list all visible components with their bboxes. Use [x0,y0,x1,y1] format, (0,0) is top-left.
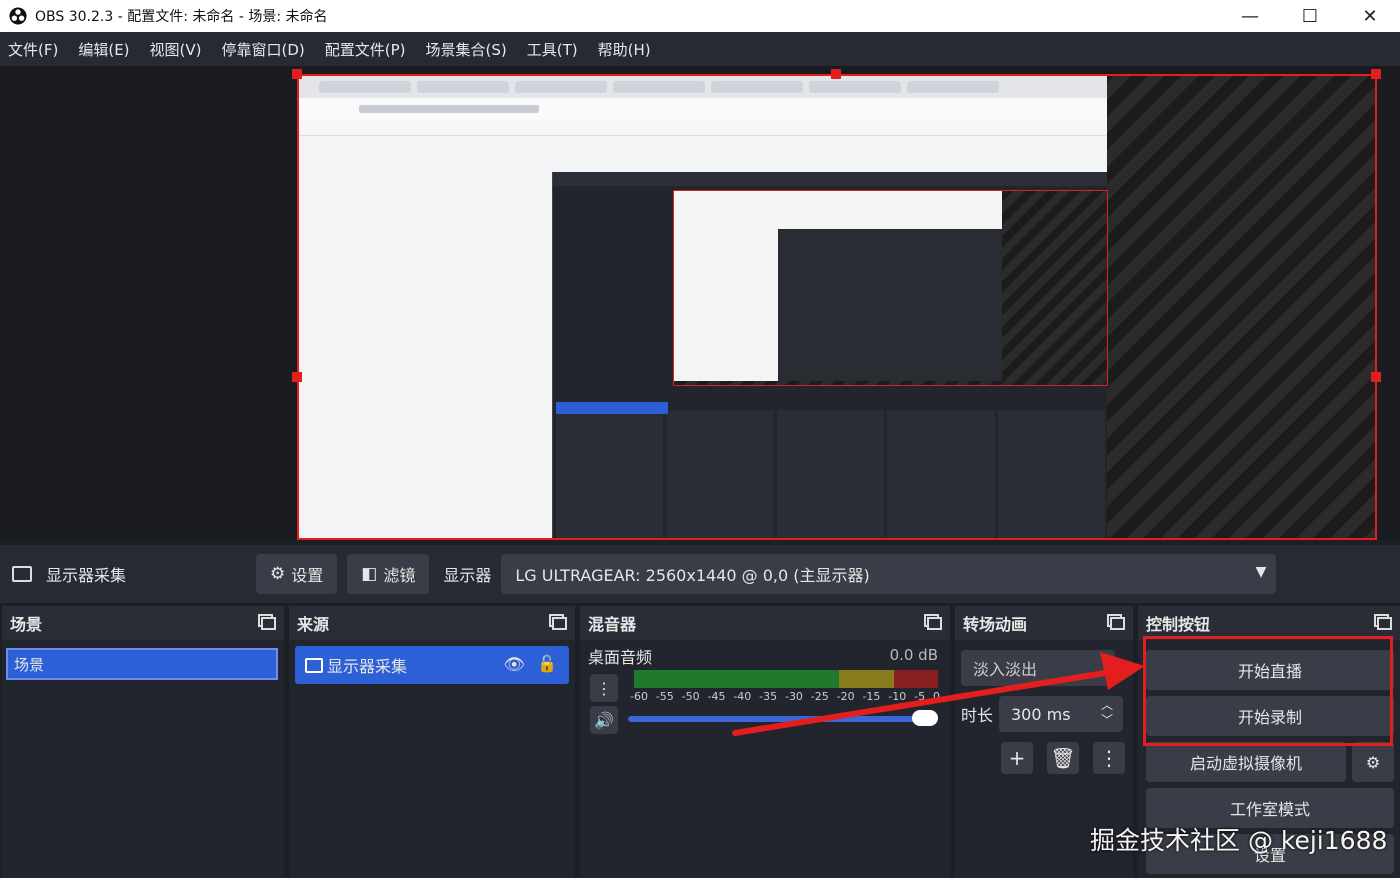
mixer-dock: 混音器 桌面音频 0.0 dB -60 -55 -50 -45 -40 -35 … [580,606,950,878]
remove-transition-button[interactable]: 🗑 [1047,742,1079,774]
kebab-icon: ⋮ [596,678,612,698]
undock-icon[interactable] [924,614,942,630]
window-title: OBS 30.2.3 - 配置文件: 未命名 - 场景: 未命名 [35,9,328,25]
add-transition-button[interactable]: + [1001,742,1033,774]
meter-ticks: -60 -55 -50 -45 -40 -35 -30 -25 -20 -15 … [630,690,940,703]
dock-title: 来源 [297,615,330,634]
chevron-down-icon: ▼ [1255,564,1267,580]
display-select[interactable]: LG ULTRAGEAR: 2560x1440 @ 0,0 (主显示器) ▼ [501,554,1277,594]
menu-tools[interactable]: 工具(T) [527,39,578,60]
preview-canvas[interactable] [297,74,1377,540]
resize-handle[interactable] [831,69,841,79]
undock-icon[interactable] [1107,614,1125,630]
filter-icon: ◧ [361,564,378,584]
menu-help[interactable]: 帮助(H) [598,39,651,60]
menu-profile[interactable]: 配置文件(P) [325,39,406,60]
start-virtual-camera-button[interactable]: 启动虚拟摄像机 [1146,742,1346,782]
source-item[interactable]: 显示器采集 👁 🔓 [295,646,569,684]
mute-button[interactable]: 🔊 [590,706,618,734]
close-button[interactable]: ✕ [1340,0,1400,32]
scene-item[interactable]: 场景 [6,648,278,680]
track-db: 0.0 dB [889,646,938,664]
spin-arrows-icon[interactable]: ︿ ﹀ [1101,698,1113,728]
menu-bar: 文件(F) 编辑(E) 视图(V) 停靠窗口(D) 配置文件(P) 场景集合(S… [0,32,1400,66]
dock-title: 场景 [10,615,43,634]
display-label: 显示器 [443,566,492,585]
gear-icon: ⚙ [270,564,286,584]
track-menu-button[interactable]: ⋮ [590,674,618,702]
display-capture-image [299,76,1108,538]
menu-docks[interactable]: 停靠窗口(D) [222,39,305,60]
transition-select[interactable]: 淡入淡出 [961,650,1115,686]
menu-file[interactable]: 文件(F) [8,39,58,60]
sources-dock: 来源 显示器采集 👁 🔓 [289,606,575,878]
resize-handle[interactable] [1371,69,1381,79]
source-settings-button[interactable]: ⚙ 设置 [256,554,338,594]
eye-icon[interactable]: 👁 [503,655,525,675]
track-name: 桌面音频 [588,648,653,667]
highlight-box [1143,636,1393,746]
duration-label: 时长 [961,706,994,725]
selected-source-name: 显示器采集 [46,566,127,585]
title-bar: OBS 30.2.3 - 配置文件: 未命名 - 场景: 未命名 — ☐ ✕ [0,0,1400,32]
kebab-icon: ⋮ [1099,746,1119,770]
trash-icon: 🗑 [1050,746,1076,770]
resize-handle[interactable] [292,69,302,79]
undock-icon[interactable] [1374,614,1392,630]
volume-slider[interactable] [628,710,938,726]
lock-icon[interactable]: 🔓 [537,654,557,673]
watermark-text: 掘金技术社区 @ keji1688 [1090,826,1388,855]
undock-icon[interactable] [258,614,276,630]
menu-edit[interactable]: 编辑(E) [78,39,129,60]
dock-title: 转场动画 [963,615,1028,634]
volume-slider-knob[interactable] [912,710,938,726]
undock-icon[interactable] [549,614,567,630]
transition-menu-button[interactable]: ⋮ [1093,742,1125,774]
resize-handle[interactable] [1371,372,1381,382]
minimize-button[interactable]: — [1220,0,1280,32]
gear-icon: ⚙ [1365,752,1381,772]
plus-icon: + [1008,746,1026,770]
speaker-icon: 🔊 [594,710,614,730]
maximize-button[interactable]: ☐ [1280,0,1340,32]
preview-area [0,66,1400,540]
monitor-icon [305,657,323,673]
resize-handle[interactable] [292,372,302,382]
source-filters-button[interactable]: ◧ 滤镜 [347,554,430,594]
source-properties-bar: 显示器采集 ⚙ 设置 ◧ 滤镜 显示器 LG ULTRAGEAR: 2560x1… [0,545,1400,603]
audio-track: 桌面音频 0.0 dB -60 -55 -50 -45 -40 -35 -30 … [580,640,950,740]
dock-title: 控制按钮 [1146,615,1211,634]
obs-logo-icon [9,7,27,25]
menu-scene-collection[interactable]: 场景集合(S) [426,39,507,60]
menu-view[interactable]: 视图(V) [150,39,202,60]
dock-title: 混音器 [588,615,637,634]
scenes-dock: 场景 场景 [2,606,284,878]
duration-input[interactable]: 300 ms ︿ ﹀ [999,696,1123,732]
volume-meter [634,670,938,688]
monitor-icon [12,566,32,582]
nested-obs-preview [552,172,1108,538]
virtual-camera-settings-button[interactable]: ⚙ [1352,742,1394,782]
